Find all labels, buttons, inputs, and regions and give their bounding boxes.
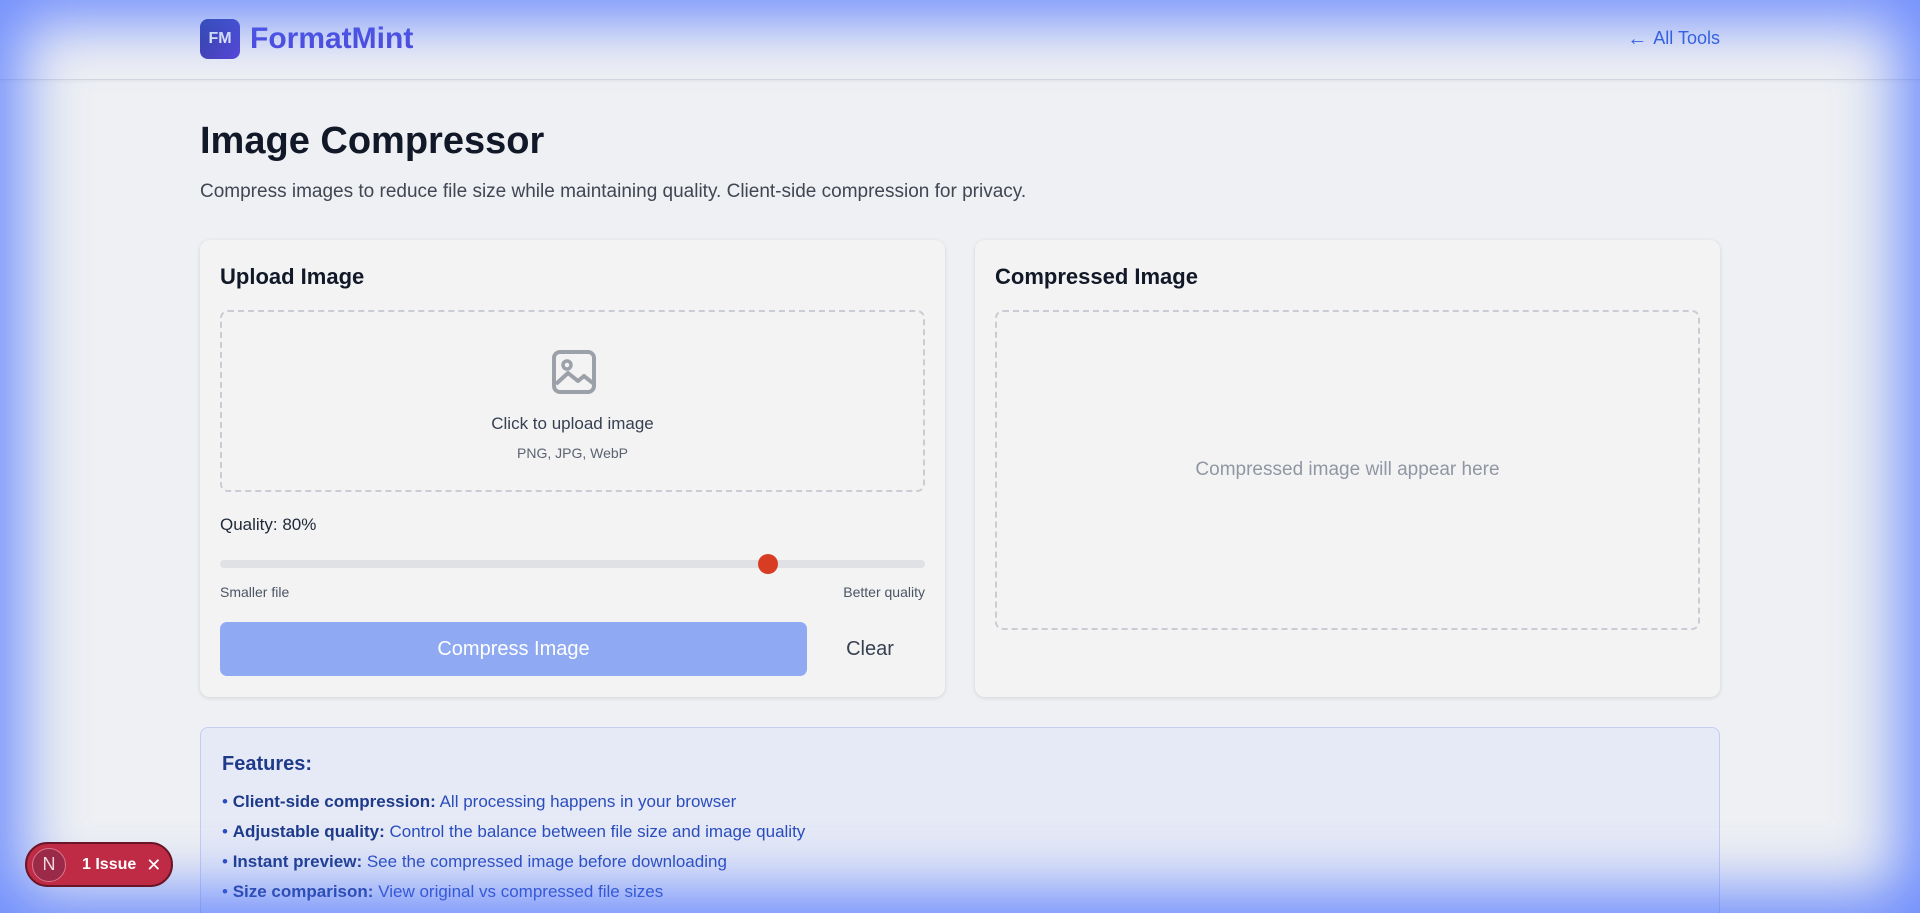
features-panel: Features: • Client-side compression: All… [200, 727, 1720, 913]
feature-label: Size comparison: [232, 882, 374, 901]
quality-label: Quality: 80% [220, 515, 317, 534]
feature-item: • Instant preview: See the compressed im… [222, 852, 727, 871]
clear-button[interactable]: Clear [820, 622, 920, 676]
slider-min-label: Smaller file [220, 584, 290, 600]
all-tools-label: All Tools [1653, 28, 1720, 48]
issues-badge[interactable]: N 1 Issue ✕ [25, 842, 173, 887]
page-title: Image Compressor [200, 120, 545, 162]
arrow-left-icon: ← [1627, 27, 1648, 50]
feature-text: See the compressed image before download… [366, 852, 727, 871]
feature-label: Adjustable quality: [232, 822, 385, 841]
feature-item: • Size comparison: View original vs comp… [222, 882, 664, 901]
issues-label[interactable]: 1 Issue [82, 856, 136, 874]
quality-slider[interactable] [220, 554, 925, 574]
all-tools-link[interactable]: ← All Tools [1627, 28, 1720, 49]
upload-card: Upload Image Click to upload image PNG, … [200, 240, 945, 697]
compressed-placeholder: Compressed image will appear here [1195, 459, 1500, 480]
page-subtitle: Compress images to reduce file size whil… [200, 181, 1027, 202]
upload-card-title: Upload Image [220, 264, 365, 289]
compress-image-button[interactable]: Compress Image [220, 622, 807, 676]
compressed-preview: Compressed image will appear here [995, 310, 1700, 630]
image-icon [552, 350, 596, 394]
quality-slider-thumb[interactable] [758, 554, 779, 574]
feature-label: Client-side compression: [232, 792, 436, 811]
feature-text: Control the balance between file size an… [389, 822, 806, 841]
feature-label: Instant preview: [232, 852, 363, 871]
feature-text: View original vs compressed file sizes [378, 882, 664, 901]
features-title: Features: [222, 753, 313, 775]
feature-item: • Adjustable quality: Control the balanc… [222, 822, 806, 841]
compressed-card: Compressed Image Compressed image will a… [975, 240, 1720, 697]
features-list: • Client-side compression: All processin… [222, 790, 805, 910]
logo-badge[interactable]: FM [200, 19, 240, 59]
upload-dropzone[interactable]: Click to upload image PNG, JPG, WebP [220, 310, 925, 492]
upload-label: Click to upload image [491, 414, 654, 433]
compressed-card-title: Compressed Image [995, 264, 1198, 289]
feature-item: • Client-side compression: All processin… [222, 792, 737, 811]
top-header: FM FormatMint ← All Tools [0, 0, 1920, 80]
slider-max-label: Better quality [843, 584, 925, 600]
close-icon[interactable]: ✕ [146, 856, 161, 874]
upload-formats: PNG, JPG, WebP [517, 445, 628, 461]
dev-tools-avatar[interactable]: N [32, 847, 66, 882]
feature-text: All processing happens in your browser [439, 792, 737, 811]
brand-name[interactable]: FormatMint [250, 20, 413, 58]
